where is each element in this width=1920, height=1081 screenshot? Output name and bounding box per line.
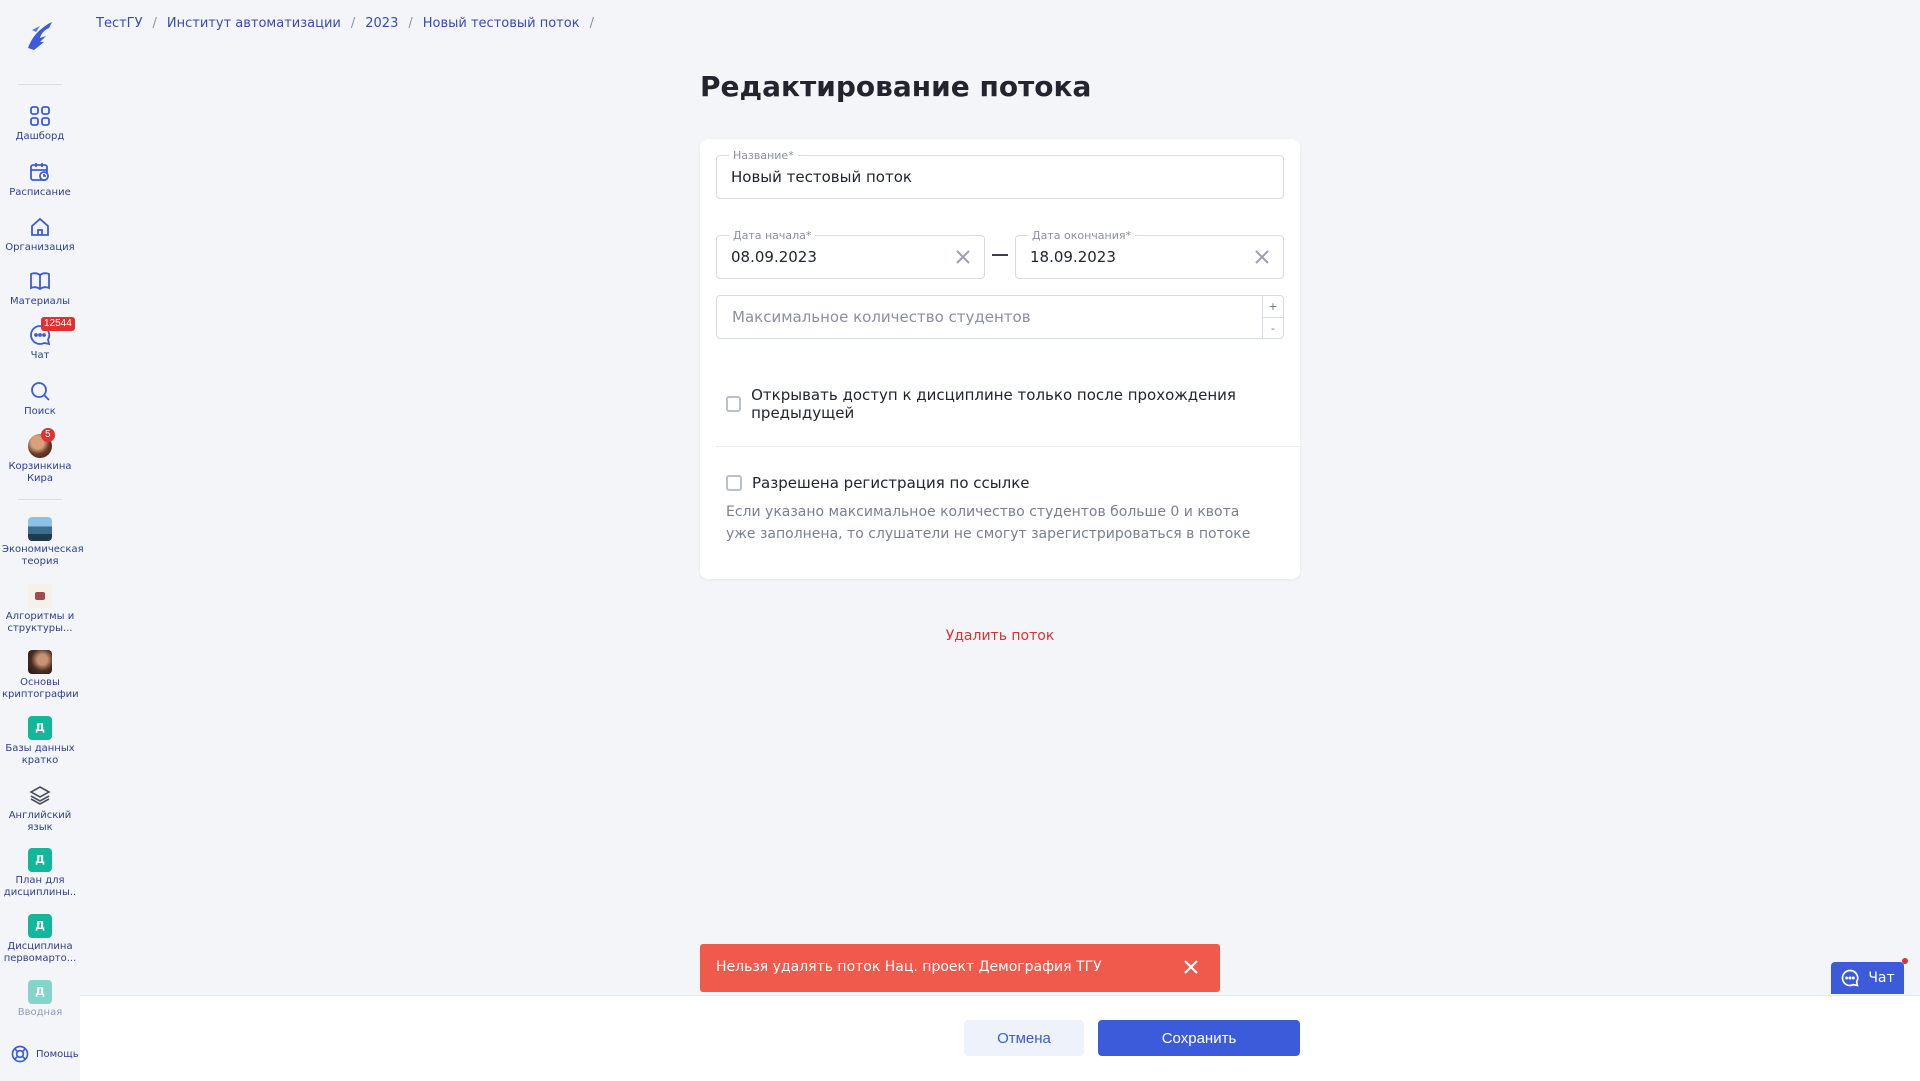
sidebar-item-materials[interactable]: Материалы [0,269,80,308]
course-label: Дисциплина первомарто... [3,941,77,964]
sidebar-item-label: Чат [30,350,50,361]
course-thumbnail: Д [28,914,52,938]
save-button[interactable]: Сохранить [1098,1020,1300,1056]
name-field[interactable]: Название* Новый тестовый поток [716,149,1284,199]
name-field-value: Новый тестовый поток [731,168,912,186]
sidebar-item-dashboard[interactable]: Дашборд [0,104,80,143]
close-icon[interactable] [1182,958,1200,976]
profile-badge: 5 [41,428,55,442]
sidebar-item-chat[interactable]: 12544 Чат [0,317,80,362]
breadcrumb-separator: / [350,16,356,31]
search-icon [31,382,50,401]
course-item[interactable]: Основы криптографии [0,650,80,701]
chat-bubble-icon [1842,969,1859,987]
sidebar-divider [18,84,62,85]
action-bar: Отмена Сохранить [80,995,1920,1081]
course-thumbnail: Д [28,716,52,740]
link-registration-checkbox-row[interactable]: Разрешена регистрация по ссылке [726,474,1029,492]
course-item[interactable]: Английский язык [0,783,80,834]
sidebar-item-label: Корзинкина Кира [8,461,72,484]
breadcrumb-item[interactable]: 2023 [365,16,398,31]
sidebar-divider [18,499,62,500]
course-label: Экономическая теория [2,544,84,567]
sidebar-item-label: Материалы [10,296,70,307]
sequential-access-checkbox-row[interactable]: Открывать доступ к дисциплине только пос… [726,386,1300,422]
course-item[interactable]: Алгоритмы и структуры... [0,584,80,635]
course-thumbnail [28,650,52,674]
breadcrumb-separator: / [589,16,594,31]
help-button[interactable]: Помощь [10,1044,79,1064]
course-label: Английский язык [8,810,72,833]
sidebar-item-label: Организация [5,242,75,253]
course-thumbnail [28,517,52,541]
decrement-button[interactable]: - [1263,317,1283,339]
home-icon [31,217,49,236]
name-field-label: Название* [729,149,798,162]
sidebar-item-label: Дашборд [15,131,65,142]
cancel-button[interactable]: Отмена [964,1020,1084,1056]
course-label: Основы криптографии [2,677,79,700]
toast-message: Нельзя удалять поток Нац. проект Демогра… [716,959,1102,975]
clear-start-date-icon[interactable] [954,248,972,266]
start-date-value: 08.09.2023 [731,248,817,266]
course-item[interactable]: Д План для дисциплины.. [0,848,80,899]
max-students-field[interactable]: Максимальное количество студентов + - [716,295,1284,339]
end-date-label: Дата окончания* [1028,229,1135,242]
course-label: Базы данных кратко [5,743,75,766]
breadcrumb-separator: / [152,16,157,31]
sidebar-item-search[interactable]: Поиск [0,379,80,418]
sidebar-item-label: Поиск [24,406,56,417]
sidebar-item-organization[interactable]: Организация [0,215,80,254]
breadcrumb-item[interactable]: Новый тестовый поток [423,16,580,31]
course-label: Вводная [17,1007,63,1018]
sidebar-item-schedule[interactable]: Расписание [0,160,80,199]
date-range-dash [992,254,1008,256]
course-thumbnail: Д [28,848,52,872]
error-toast: Нельзя удалять поток Нац. проект Демогра… [700,944,1220,992]
notification-dot [1902,958,1908,964]
lifebuoy-icon [11,1045,29,1063]
end-date-field[interactable]: Дата окончания* 18.09.2023 [1015,229,1284,279]
section-divider [716,446,1300,447]
page-title: Редактирование потока [700,70,1092,103]
clear-end-date-icon[interactable] [1253,248,1271,266]
sequential-access-checkbox[interactable] [726,396,742,412]
start-date-label: Дата начала* [729,229,816,242]
course-item[interactable]: Экономическая теория [0,517,84,568]
sequential-access-label: Открывать доступ к дисциплине только пос… [751,386,1236,422]
registration-hint: Если указано максимальное количество сту… [726,504,1251,542]
course-thumbnail [28,584,52,608]
breadcrumb-item[interactable]: Институт автоматизации [167,16,341,31]
chat-widget-button[interactable]: Чат [1831,958,1908,994]
chat-badge: 12544 [41,317,75,331]
quantity-stepper: + - [1262,296,1283,338]
link-registration-checkbox[interactable] [726,475,742,491]
sidebar-item-profile[interactable]: 5 Корзинкина Кира [0,428,80,485]
course-label: Алгоритмы и структуры... [5,611,75,634]
course-thumbnail: Д [28,980,52,1004]
sidebar: Дашборд Расписание Организация Материалы… [0,0,84,1080]
edit-stream-form: Название* Новый тестовый поток Дата нача… [700,139,1300,579]
delete-stream-link[interactable]: Удалить поток [700,628,1300,644]
end-date-value: 18.09.2023 [1030,248,1116,266]
increment-button[interactable]: + [1263,296,1283,317]
start-date-field[interactable]: Дата начала* 08.09.2023 [716,229,985,279]
course-item[interactable]: Д Базы данных кратко [0,716,80,767]
course-label: План для дисциплины.. [3,875,77,898]
course-item[interactable]: Д Дисциплина первомарто... [0,914,80,965]
link-registration-label: Разрешена регистрация по ссылке [752,474,1030,492]
chat-widget-label: Чат [1868,970,1895,986]
breadcrumb-separator: / [408,16,413,31]
book-icon [30,272,50,291]
breadcrumb: ТестГУ / Институт автоматизации / 2023 /… [96,16,594,31]
dashboard-icon [30,106,50,126]
layers-icon [29,786,51,805]
logo-icon[interactable] [22,18,58,54]
sidebar-item-label: Расписание [9,187,71,198]
help-label: Помощь [36,1048,79,1060]
breadcrumb-item[interactable]: ТестГУ [96,16,143,31]
calendar-icon [30,163,49,181]
course-item[interactable]: Д Вводная [0,980,80,1019]
max-students-placeholder: Максимальное количество студентов [732,308,1031,326]
